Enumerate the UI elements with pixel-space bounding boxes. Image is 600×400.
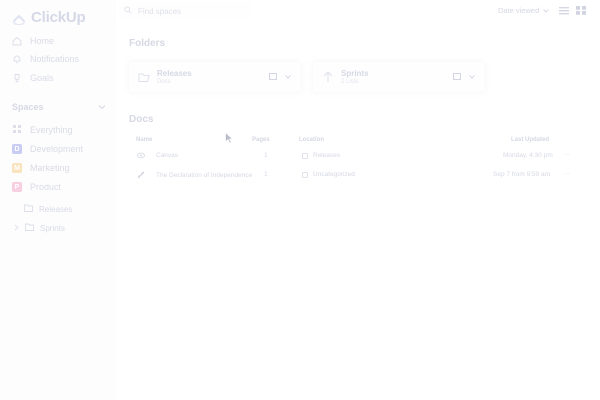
- nav-home-label: Home: [30, 36, 55, 46]
- folder-open-icon: [138, 73, 150, 82]
- table-row[interactable]: The Declaration of Independence 1 Uncate…: [131, 166, 577, 184]
- grid-icon: [12, 124, 22, 136]
- folder-icon: [24, 204, 33, 214]
- folder-card-releases[interactable]: Releases Docs: [129, 62, 301, 92]
- doc-name-cell: The Declaration of Independence: [137, 171, 252, 179]
- mouse-cursor-icon: [225, 132, 233, 144]
- folder-sprints[interactable]: Sprints: [14, 223, 65, 233]
- folder-card-sprints[interactable]: Sprints 2 Lists: [313, 62, 485, 92]
- doc-location[interactable]: Releases: [302, 152, 340, 159]
- eye-icon: [137, 152, 145, 159]
- nav-goals-label: Goals: [30, 73, 54, 83]
- folder-icon: [302, 152, 308, 159]
- list-view-icon[interactable]: [559, 6, 569, 15]
- nav-goals[interactable]: Goals: [12, 73, 54, 83]
- col-location-header[interactable]: Location: [299, 137, 324, 143]
- sort-dropdown[interactable]: Date viewed: [498, 6, 550, 15]
- space-development-label: Development: [30, 144, 84, 154]
- search-icon: [124, 6, 132, 16]
- folder-card-sub: 2 Lists: [341, 79, 359, 85]
- chevron-down-icon[interactable]: [98, 102, 106, 112]
- col-updated-header[interactable]: Last Updated: [511, 137, 549, 143]
- folders-title: Folders: [129, 38, 166, 49]
- grid-view-icon[interactable]: [576, 6, 586, 15]
- folder-releases[interactable]: Releases: [24, 204, 72, 214]
- home-icon: [12, 36, 22, 46]
- folder-card-sub: Docs: [157, 79, 171, 85]
- doc-name-cell: Canvas: [137, 152, 178, 159]
- doc-pages: 1: [264, 152, 268, 159]
- doc-location-label: Uncategorized: [313, 171, 355, 178]
- doc-name: Canvas: [156, 152, 179, 159]
- nav-notifications-label: Notifications: [30, 54, 80, 64]
- more-icon[interactable]: ···: [563, 170, 570, 177]
- col-pages-header[interactable]: Pages: [252, 137, 270, 143]
- app-window: ClickUp Home Notifications Goals Spaces: [0, 0, 600, 400]
- doc-location-label: Releases: [313, 152, 341, 159]
- spaces-title: Spaces: [12, 102, 44, 112]
- space-everything[interactable]: Everything: [12, 124, 73, 136]
- doc-icon[interactable]: [453, 73, 461, 80]
- table-row[interactable]: Canvas 1 Releases Monday, 4:30 pm ···: [131, 147, 577, 165]
- sidebar: ClickUp Home Notifications Goals Spaces: [0, 0, 116, 400]
- search-bar[interactable]: Find spaces: [118, 2, 252, 20]
- app-name: ClickUp: [31, 9, 86, 26]
- sprint-icon: [323, 71, 333, 82]
- nav-notifications[interactable]: Notifications: [12, 54, 79, 64]
- doc-updated: Sep 7 from 9:59 am: [493, 171, 551, 178]
- space-badge: M: [12, 163, 22, 173]
- folder-releases-label: Releases: [39, 204, 73, 214]
- docs-title: Docs: [129, 114, 154, 125]
- doc-name: The Declaration of Independence: [156, 171, 253, 179]
- folder-card-actions: [269, 73, 291, 80]
- quill-icon: [137, 171, 145, 179]
- space-product-label: Product: [30, 182, 62, 192]
- space-product[interactable]: P Product: [12, 182, 61, 192]
- doc-icon[interactable]: [269, 73, 277, 80]
- chevron-down-icon: [543, 6, 550, 15]
- clickup-logo-icon: [13, 14, 25, 25]
- space-development[interactable]: D Development: [12, 144, 83, 154]
- col-name-header[interactable]: Name: [136, 137, 152, 143]
- folder-card-name: Sprints: [341, 69, 369, 78]
- space-everything-label: Everything: [30, 125, 73, 135]
- space-badge: P: [12, 182, 22, 192]
- folder-card-name: Releases: [157, 69, 192, 78]
- folder-sprints-label: Sprints: [40, 223, 65, 233]
- nav-home[interactable]: Home: [12, 36, 54, 46]
- space-marketing[interactable]: M Marketing: [12, 163, 70, 173]
- bell-icon: [12, 54, 22, 64]
- sort-label: Date viewed: [498, 6, 540, 15]
- doc-location[interactable]: Uncategorized: [302, 171, 355, 178]
- doc-updated: Monday, 4:30 pm: [503, 152, 553, 159]
- doc-pages: 1: [264, 171, 268, 178]
- app-logo[interactable]: ClickUp: [12, 9, 86, 26]
- trophy-icon: [12, 73, 22, 83]
- folder-icon: [302, 171, 308, 178]
- spaces-header[interactable]: Spaces: [12, 102, 106, 112]
- chevron-down-icon[interactable]: [469, 74, 475, 79]
- more-icon[interactable]: ···: [563, 151, 570, 158]
- folder-icon: [25, 223, 34, 233]
- space-marketing-label: Marketing: [30, 163, 70, 173]
- folder-card-actions: [453, 73, 475, 80]
- search-placeholder: Find spaces: [138, 6, 182, 16]
- chevron-right-icon[interactable]: [14, 224, 19, 233]
- chevron-down-icon[interactable]: [285, 74, 291, 79]
- space-badge: D: [12, 144, 22, 154]
